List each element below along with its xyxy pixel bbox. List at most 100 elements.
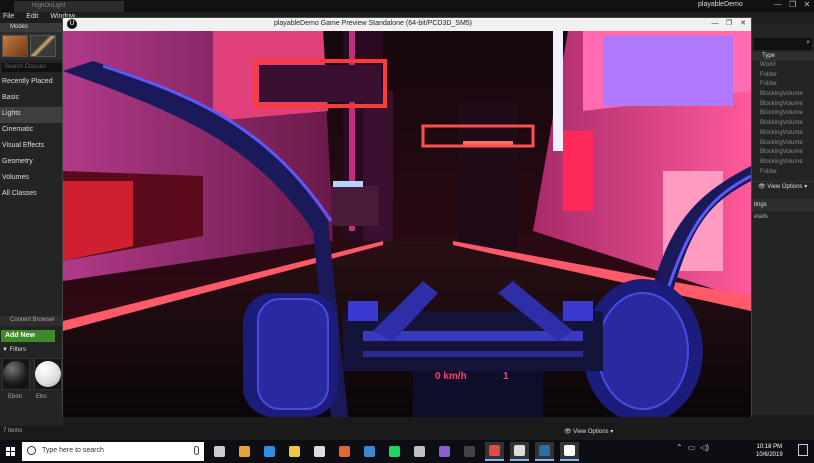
material-sphere-icon xyxy=(3,361,29,387)
people-icon[interactable]: ⌃ xyxy=(676,443,683,452)
add-new-button[interactable]: Add New xyxy=(1,330,55,342)
category-geometry[interactable]: Geometry xyxy=(0,155,64,171)
outliner-row[interactable]: BlockingVolume xyxy=(752,119,814,129)
game-preview-window: U playableDemo Game Preview Standalone (… xyxy=(62,17,752,417)
add-new-label: Add New xyxy=(5,332,35,339)
category-cinematic[interactable]: Cinematic xyxy=(0,123,64,139)
volume-icon[interactable]: ◁) xyxy=(700,443,709,452)
details-tab[interactable]: etails xyxy=(752,211,814,223)
category-recently-placed[interactable]: Recently Placed xyxy=(0,75,64,91)
outliner-row[interactable]: BlockingVolume xyxy=(752,158,814,168)
network-icon[interactable]: ▭ xyxy=(688,443,696,452)
clock[interactable]: 10:18 PM 10/6/2019 xyxy=(756,443,783,459)
mail-icon-glyph xyxy=(314,446,325,457)
filters-button[interactable]: ▼ Filters xyxy=(0,346,64,356)
view-options-button[interactable]: 👁 View Options ▾ xyxy=(564,428,613,435)
unreal-editor-icon[interactable] xyxy=(560,442,579,461)
preview-close-button[interactable]: ✕ xyxy=(737,19,749,29)
snip-icon[interactable] xyxy=(485,442,504,461)
content-browser-tab[interactable]: Content Browser xyxy=(0,316,64,326)
speed-readout: 0 km/h xyxy=(435,371,467,382)
visual-studio-icon-glyph xyxy=(439,446,450,457)
search-placeholder: Type here to search xyxy=(42,447,104,454)
start-button[interactable] xyxy=(0,440,20,463)
asset-tile[interactable] xyxy=(34,358,62,390)
preview-title: playableDemo Game Preview Standalone (64… xyxy=(273,20,473,27)
taskbar-search-input[interactable]: Type here to search xyxy=(22,442,204,461)
taskbar-apps xyxy=(210,442,579,461)
desktop: HighOnLight playableDemo — ❐ ✕ File Edit… xyxy=(0,0,814,463)
outliner-row[interactable]: BlockingVolume xyxy=(752,129,814,139)
task-view-icon-glyph xyxy=(214,446,225,457)
edge-icon-glyph xyxy=(264,446,275,457)
outliner-row[interactable]: World xyxy=(752,61,814,71)
outliner-row[interactable]: BlockingVolume xyxy=(752,109,814,119)
outliner-row[interactable]: BlockingVolume xyxy=(752,139,814,149)
gear-readout: 1 xyxy=(503,371,509,382)
content-browser: Content Browser Add New ▼ Filters Ebon E… xyxy=(0,316,64,426)
steam-icon[interactable] xyxy=(535,442,554,461)
file-explorer-icon[interactable] xyxy=(285,442,304,461)
search-icon: ⌕ xyxy=(806,39,810,46)
game-viewport[interactable]: 0 km/h 1 xyxy=(63,31,751,417)
project-tab[interactable]: playableDemo xyxy=(686,0,766,11)
place-mode-icon[interactable] xyxy=(2,35,28,57)
outliner-row[interactable]: Folder xyxy=(752,80,814,90)
category-all-classes[interactable]: All Classes xyxy=(0,187,64,203)
spotify-icon[interactable] xyxy=(385,442,404,461)
menu-file[interactable]: File xyxy=(3,13,14,23)
file-explorer-icon-glyph xyxy=(289,446,300,457)
visual-studio-icon[interactable] xyxy=(435,442,454,461)
items-count: 7 items xyxy=(3,428,23,434)
outliner-row[interactable]: Folder xyxy=(752,168,814,178)
outliner-row[interactable]: BlockingVolume xyxy=(752,90,814,100)
preview-maximize-button[interactable]: ❐ xyxy=(723,19,735,29)
view-options-label: View Options xyxy=(573,429,609,435)
preview-title-bar: U playableDemo Game Preview Standalone (… xyxy=(63,18,751,31)
system-tray: ⌃ ▭ ◁) xyxy=(676,443,709,452)
app-icon[interactable] xyxy=(410,442,429,461)
outliner-rows: World Folder Folder BlockingVolume BlockingV… xyxy=(752,61,814,177)
level-tab-label: HighOnLight xyxy=(32,3,66,9)
asset-tile[interactable] xyxy=(2,358,30,390)
outliner-view-options[interactable]: 👁 View Options ▾ xyxy=(752,181,814,191)
edge-icon[interactable] xyxy=(260,442,279,461)
clock-date: 10/6/2019 xyxy=(756,452,783,458)
app-icon-glyph xyxy=(414,446,425,457)
maximize-button[interactable]: ❐ xyxy=(789,0,796,11)
media-icon[interactable] xyxy=(360,442,379,461)
modes-toolbar xyxy=(0,32,64,60)
outliner-row[interactable]: Folder xyxy=(752,71,814,81)
category-lights[interactable]: Lights xyxy=(0,107,64,123)
asset-grid xyxy=(0,356,64,392)
world-settings-tab[interactable]: tings xyxy=(752,199,814,212)
category-visual-effects[interactable]: Visual Effects xyxy=(0,139,64,155)
menu-edit[interactable]: Edit xyxy=(26,13,38,23)
minimize-button[interactable]: — xyxy=(774,0,782,11)
microphone-icon[interactable] xyxy=(194,446,199,455)
windows-logo-icon xyxy=(5,447,15,456)
settings-icon-glyph xyxy=(339,446,350,457)
level-tab[interactable]: HighOnLight xyxy=(14,1,124,12)
preview-minimize-button[interactable]: — xyxy=(709,19,721,29)
notifications-icon[interactable] xyxy=(798,444,808,456)
chrome-icon-glyph xyxy=(239,446,250,457)
chrome-icon[interactable] xyxy=(235,442,254,461)
mail-icon[interactable] xyxy=(310,442,329,461)
search-classes-input[interactable]: Search Classes xyxy=(2,63,62,72)
paint-mode-icon[interactable] xyxy=(30,35,56,57)
category-basic[interactable]: Basic xyxy=(0,91,64,107)
outliner-row[interactable]: BlockingVolume xyxy=(752,148,814,158)
task-view-icon[interactable] xyxy=(210,442,229,461)
ue-launcher-icon[interactable] xyxy=(510,442,529,461)
terminal-icon[interactable] xyxy=(460,442,479,461)
close-button[interactable]: ✕ xyxy=(804,0,811,11)
category-volumes[interactable]: Volumes xyxy=(0,171,64,187)
settings-icon[interactable] xyxy=(335,442,354,461)
project-tab-label: playableDemo xyxy=(698,1,743,8)
outliner-row[interactable]: BlockingVolume xyxy=(752,100,814,110)
editor-window-buttons: — ❐ ✕ xyxy=(770,0,814,11)
outliner-search-input[interactable]: ⌕ xyxy=(754,38,812,50)
clock-time: 10:18 PM xyxy=(756,444,783,450)
type-column-header[interactable]: Type xyxy=(752,52,814,61)
